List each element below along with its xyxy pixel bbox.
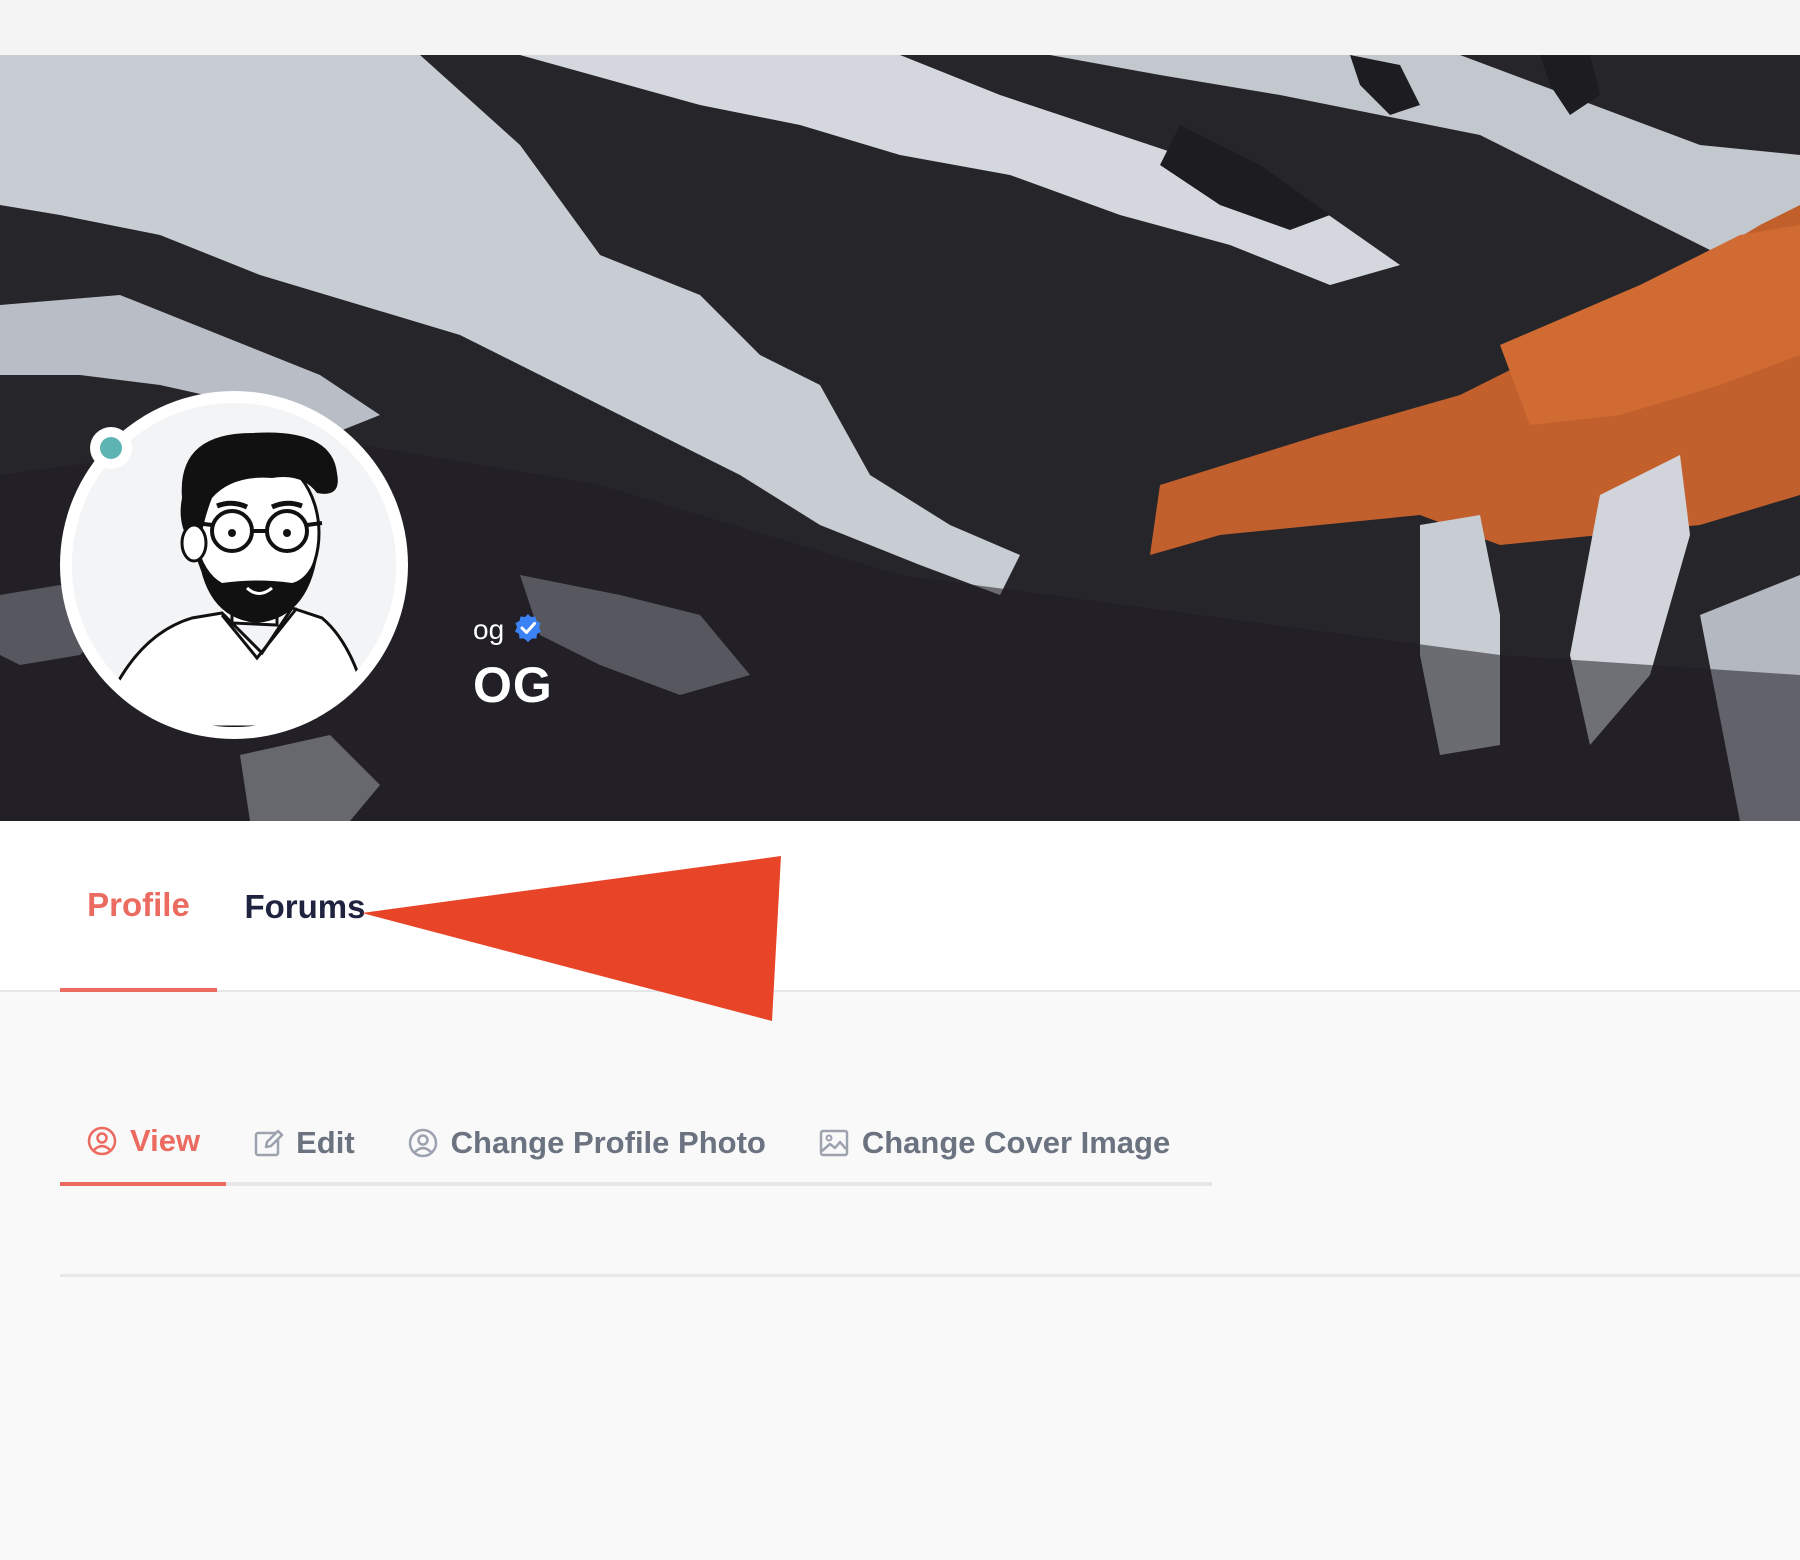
verified-badge-icon <box>512 612 544 649</box>
edit-icon <box>252 1127 284 1159</box>
image-icon <box>818 1127 850 1159</box>
tab-forums-label: Forums <box>244 887 366 925</box>
subtab-change-cover-image[interactable]: Change Cover Image <box>792 1100 1196 1186</box>
profile-sub-nav: View Edit Change Profile Photo Change Co… <box>60 1100 1212 1186</box>
subtab-view-label: View <box>130 1123 201 1158</box>
subtab-edit[interactable]: Edit <box>226 1100 381 1186</box>
user-circle-icon <box>86 1125 118 1157</box>
profile-identity: og OG <box>473 610 553 714</box>
tab-forums[interactable]: Forums <box>240 821 370 992</box>
display-name: OG <box>473 657 553 713</box>
profile-page: og OG Profile Forums View Edit Change Pr… <box>0 0 1800 1560</box>
subtab-change-profile-photo[interactable]: Change Profile Photo <box>381 1100 792 1186</box>
subtab-change-profile-photo-label: Change Profile Photo <box>450 1125 766 1160</box>
username: og <box>473 614 505 645</box>
content-divider <box>60 1274 1800 1277</box>
subtab-change-cover-image-label: Change Cover Image <box>861 1125 1171 1160</box>
user-circle-icon <box>407 1127 439 1159</box>
tab-profile[interactable]: Profile <box>60 821 217 992</box>
top-strip <box>0 0 1800 55</box>
profile-main-nav: Profile Forums <box>0 821 1800 992</box>
subtab-edit-label: Edit <box>296 1125 355 1160</box>
username-row: og <box>473 610 553 650</box>
subtab-view[interactable]: View <box>60 1100 227 1186</box>
online-status-indicator <box>90 427 132 469</box>
tab-profile-label: Profile <box>87 885 190 923</box>
